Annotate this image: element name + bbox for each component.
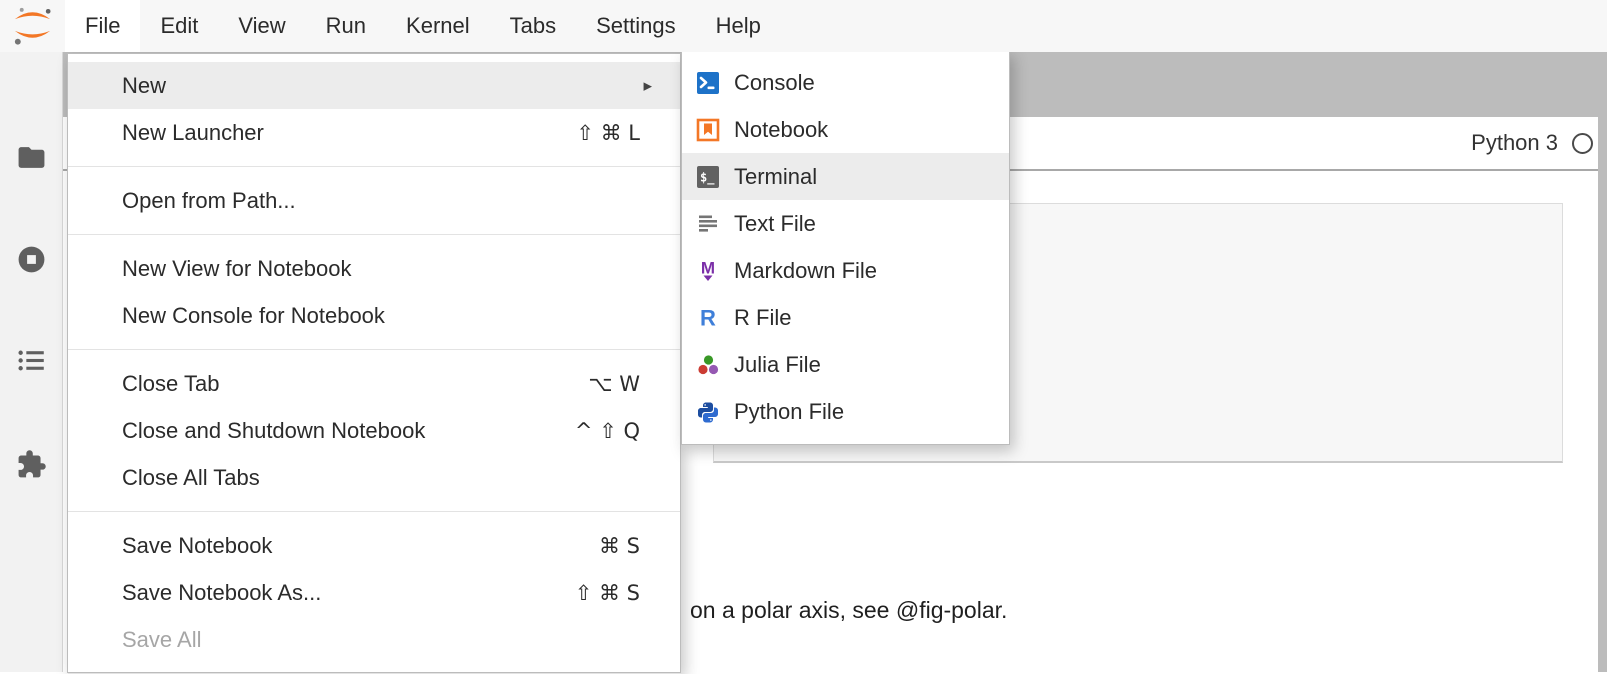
new-submenu-item-terminal[interactable]: $_ Terminal	[682, 153, 1009, 200]
menu-item-shortcut: ^ ⇧ Q	[575, 419, 656, 443]
terminal-icon: $_	[696, 165, 720, 189]
menu-item-label: Notebook	[734, 117, 828, 143]
menu-item-label: Close All Tabs	[122, 465, 260, 491]
new-submenu-item-r-file[interactable]: R R File	[682, 294, 1009, 341]
markdown-icon: M	[696, 259, 720, 283]
julia-icon	[696, 353, 720, 377]
menu-item-label: New View for Notebook	[122, 256, 352, 282]
markdown-cell-text[interactable]: on a polar axis, see @fig-polar.	[690, 597, 1007, 624]
file-menu-item-new[interactable]: New ▸	[68, 62, 680, 109]
menubar-item-tabs[interactable]: Tabs	[490, 0, 576, 52]
sidebar-tab-table-of-contents-icon[interactable]	[16, 345, 47, 376]
menu-item-label: Terminal	[734, 164, 817, 190]
svg-text:R: R	[700, 306, 716, 330]
new-submenu-item-console[interactable]: Console	[682, 59, 1009, 106]
file-menu-item-new-console-for-notebook[interactable]: New Console for Notebook	[68, 292, 680, 339]
menu-separator	[68, 511, 680, 512]
file-menu-item-save-notebook-as[interactable]: Save Notebook As... ⇧ ⌘ S	[68, 569, 680, 616]
svg-text:M: M	[701, 259, 715, 278]
menu-item-label: Open from Path...	[122, 188, 296, 214]
menu-bar: FileEditViewRunKernelTabsSettingsHelp	[0, 0, 1607, 52]
file-menu-item-save-all: Save All	[68, 616, 680, 663]
notebook-icon	[696, 118, 720, 142]
jupyter-logo-icon	[9, 3, 56, 49]
menu-item-label: Save Notebook As...	[122, 580, 321, 606]
menu-item-label: New	[122, 73, 166, 99]
sidebar-tab-extensions-icon[interactable]	[16, 449, 47, 480]
sidebar-tab-running-sessions-icon[interactable]	[16, 244, 47, 275]
scrollbar-track[interactable]	[1598, 117, 1607, 672]
python-icon	[696, 400, 720, 424]
new-submenu: Console Notebook $_ Terminal Text File M M…	[681, 50, 1010, 445]
menu-item-shortcut: ⇧ ⌘ L	[576, 121, 656, 145]
text-file-icon	[696, 212, 720, 236]
kernel-name-label[interactable]: Python 3	[1471, 130, 1558, 156]
sidebar-tab-folder-icon[interactable]	[16, 142, 47, 173]
file-menu-item-close-all-tabs[interactable]: Close All Tabs	[68, 454, 680, 501]
new-submenu-item-notebook[interactable]: Notebook	[682, 106, 1009, 153]
new-submenu-item-text-file[interactable]: Text File	[682, 200, 1009, 247]
kernel-status-icon[interactable]	[1572, 133, 1593, 154]
new-submenu-item-markdown-file[interactable]: M Markdown File	[682, 247, 1009, 294]
menubar-item-settings[interactable]: Settings	[576, 0, 696, 52]
svg-text:$_: $_	[700, 170, 715, 185]
menu-item-label: Markdown File	[734, 258, 877, 284]
file-menu-item-open-from-path[interactable]: Open from Path...	[68, 177, 680, 224]
menu-item-shortcut: ⇧ ⌘ S	[575, 581, 656, 605]
file-menu-item-new-view-for-notebook[interactable]: New View for Notebook	[68, 245, 680, 292]
menu-item-label: Close Tab	[122, 371, 219, 397]
menu-item-label: Save All	[122, 627, 202, 653]
new-submenu-item-julia-file[interactable]: Julia File	[682, 341, 1009, 388]
file-menu-item-close-tab[interactable]: Close Tab ⌥ W	[68, 360, 680, 407]
menu-separator	[68, 234, 680, 235]
left-sidebar	[0, 52, 63, 672]
menubar-item-help[interactable]: Help	[696, 0, 781, 52]
menu-item-label: Close and Shutdown Notebook	[122, 418, 425, 444]
menu-bar-items: FileEditViewRunKernelTabsSettingsHelp	[65, 0, 781, 52]
menu-item-label: Text File	[734, 211, 816, 237]
menubar-item-view[interactable]: View	[218, 0, 305, 52]
menu-separator	[68, 166, 680, 167]
new-submenu-item-python-file[interactable]: Python File	[682, 388, 1009, 435]
menu-item-label: R File	[734, 305, 791, 331]
menu-item-label: New Launcher	[122, 120, 264, 146]
file-menu-item-close-and-shutdown-notebook[interactable]: Close and Shutdown Notebook ^ ⇧ Q	[68, 407, 680, 454]
r-file-icon: R	[696, 306, 720, 330]
menu-separator	[68, 349, 680, 350]
menubar-item-edit[interactable]: Edit	[140, 0, 218, 52]
file-menu-item-save-notebook[interactable]: Save Notebook ⌘ S	[68, 522, 680, 569]
menubar-item-kernel[interactable]: Kernel	[386, 0, 490, 52]
menu-item-label: Console	[734, 70, 815, 96]
menubar-item-file[interactable]: File	[65, 0, 140, 52]
console-icon	[696, 71, 720, 95]
file-menu-item-new-launcher[interactable]: New Launcher ⇧ ⌘ L	[68, 109, 680, 156]
submenu-arrow-icon: ▸	[643, 76, 656, 96]
menubar-item-run[interactable]: Run	[306, 0, 386, 52]
file-menu-dropdown: New ▸ New Launcher ⇧ ⌘ L Open from Path... Ne…	[67, 53, 681, 673]
menu-item-shortcut: ⌘ S	[599, 534, 656, 558]
menu-item-label: New Console for Notebook	[122, 303, 385, 329]
menu-item-label: Save Notebook	[122, 533, 272, 559]
menu-item-label: Julia File	[734, 352, 821, 378]
menu-item-shortcut: ⌥ W	[588, 372, 656, 396]
menu-item-label: Python File	[734, 399, 844, 425]
